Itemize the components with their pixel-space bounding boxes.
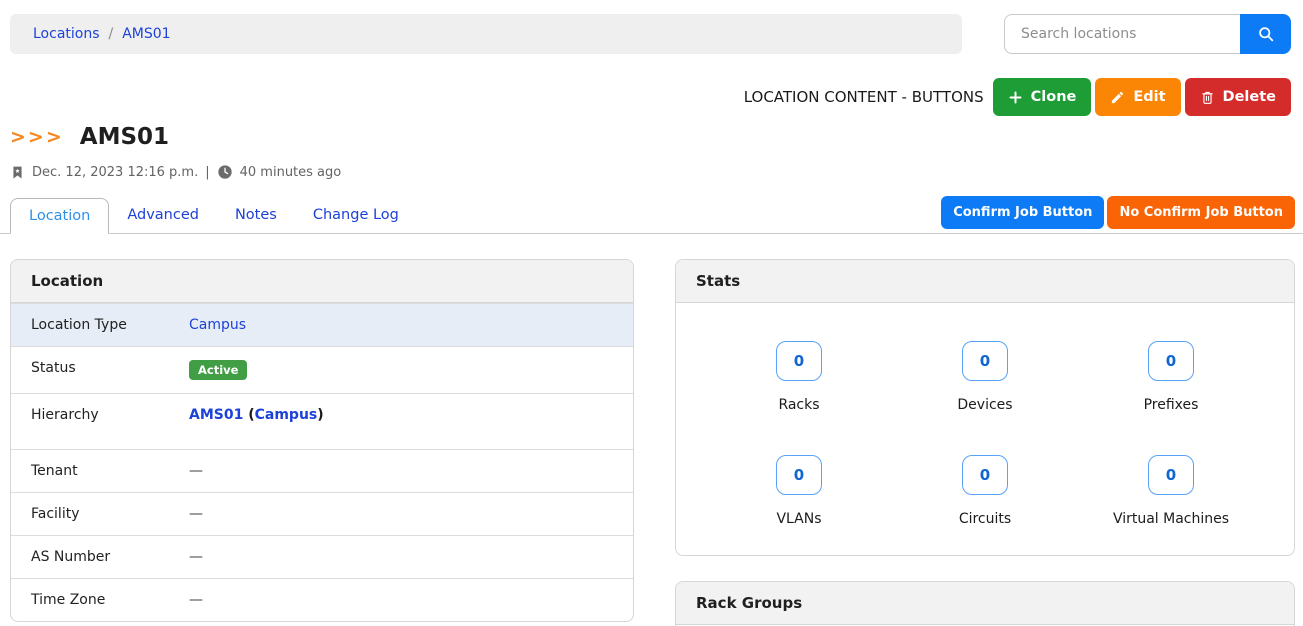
created-date: Dec. 12, 2023 12:16 p.m. [32,165,198,180]
clone-button-label: Clone [1031,89,1077,105]
tabs: Location Advanced Notes Change Log [10,198,417,233]
search-icon [1256,24,1276,44]
table-row-facility: Facility — [11,492,633,535]
virtual-machines-count-button[interactable]: 0 [1148,455,1194,495]
confirm-job-button[interactable]: Confirm Job Button [941,196,1104,229]
edit-button[interactable]: Edit [1095,78,1180,116]
attr-label: Tenant [31,463,189,479]
attr-label: Facility [31,506,189,522]
table-row-tenant: Tenant — [11,449,633,492]
meta-separator: | [205,165,209,180]
trash-icon [1200,90,1215,105]
clock-icon [217,164,233,180]
page-title: AMS01 [80,124,169,150]
stat-devices: 0 Devices [892,341,1078,413]
stat-racks: 0 Racks [706,341,892,413]
rack-groups-panel: Rack Groups [675,581,1295,626]
stat-circuits: 0 Circuits [892,455,1078,527]
table-row-status: Status Active [11,346,633,393]
stat-virtual-machines: 0 Virtual Machines [1078,455,1264,527]
circuits-count-button[interactable]: 0 [962,455,1008,495]
status-badge[interactable]: Active [189,360,247,380]
stat-label-devices: Devices [957,397,1012,413]
table-row-as-number: AS Number — [11,535,633,578]
facility-value: — [189,506,613,522]
object-actions-row: LOCATION CONTENT - BUTTONS Clone Edit De… [10,78,1291,116]
attr-label: Time Zone [31,592,189,608]
search-button[interactable] [1240,14,1291,54]
job-buttons: Confirm Job Button No Confirm Job Button [941,196,1295,229]
attr-label: Location Type [31,317,189,333]
table-row-hierarchy: Hierarchy AMS01 (Campus) [11,393,633,449]
racks-count-button[interactable]: 0 [776,341,822,381]
breadcrumb: Locations / AMS01 [10,14,962,54]
time-zone-value: — [189,592,613,608]
edit-button-label: Edit [1133,89,1165,105]
tenant-value: — [189,463,613,479]
location-panel: Location Location Type Campus Status Act… [10,259,634,622]
actions-label: LOCATION CONTENT - BUTTONS [744,88,984,106]
location-type-link[interactable]: Campus [189,317,246,333]
breadcrumb-link-ams01[interactable]: AMS01 [122,26,170,42]
search-input[interactable] [1004,14,1240,54]
stat-label-prefixes: Prefixes [1144,397,1199,413]
breadcrumb-link-locations[interactable]: Locations [33,26,100,42]
tab-bar: Location Advanced Notes Change Log Confi… [0,196,1303,234]
tab-notes[interactable]: Notes [217,198,295,233]
tab-change-log[interactable]: Change Log [295,198,417,233]
delete-button-label: Delete [1223,89,1276,105]
attr-label: Hierarchy [31,407,189,423]
clone-button[interactable]: Clone [993,78,1092,116]
stats-panel: Stats 0 Racks 0 Devices 0 Prefixes 0 VLA… [675,259,1295,556]
as-number-value: — [189,549,613,565]
plus-icon [1008,90,1023,105]
attr-label: AS Number [31,549,189,565]
meta-row: Dec. 12, 2023 12:16 p.m. | 40 minutes ag… [10,164,1293,180]
last-updated: 40 minutes ago [240,165,342,180]
no-confirm-job-button[interactable]: No Confirm Job Button [1107,196,1295,229]
pencil-icon [1110,90,1125,105]
prefixes-count-button[interactable]: 0 [1148,341,1194,381]
tab-location[interactable]: Location [10,198,109,234]
top-bar: Locations / AMS01 [10,14,1291,54]
tab-advanced[interactable]: Advanced [109,198,217,233]
location-panel-title: Location [11,260,633,303]
main-content: Location Location Type Campus Status Act… [10,259,1295,626]
right-column: Stats 0 Racks 0 Devices 0 Prefixes 0 VLA… [675,259,1295,626]
vlans-count-button[interactable]: 0 [776,455,822,495]
stat-label-circuits: Circuits [959,511,1011,527]
title-row: >>> AMS01 [10,124,1293,150]
stat-prefixes: 0 Prefixes [1078,341,1264,413]
title-chevrons: >>> [10,126,64,148]
delete-button[interactable]: Delete [1185,78,1291,116]
stat-vlans: 0 VLANs [706,455,892,527]
devices-count-button[interactable]: 0 [962,341,1008,381]
paren-close: ) [317,407,323,423]
table-row-time-zone: Time Zone — [11,578,633,621]
stat-label-vlans: VLANs [776,511,821,527]
hierarchy-type-link[interactable]: Campus [255,407,318,423]
stat-label-racks: Racks [778,397,819,413]
hierarchy-location-link[interactable]: AMS01 [189,407,243,423]
left-column: Location Location Type Campus Status Act… [10,259,634,622]
stat-label-virtual-machines: Virtual Machines [1113,511,1229,527]
table-row-location-type: Location Type Campus [11,303,633,346]
stats-panel-title: Stats [676,260,1294,303]
attr-label: Status [31,360,189,376]
breadcrumb-separator: / [109,26,114,42]
stats-grid: 0 Racks 0 Devices 0 Prefixes 0 VLANs 0 [676,303,1294,555]
bookmark-icon [10,165,25,180]
rack-groups-panel-title: Rack Groups [676,582,1294,625]
search-group [1004,14,1291,54]
